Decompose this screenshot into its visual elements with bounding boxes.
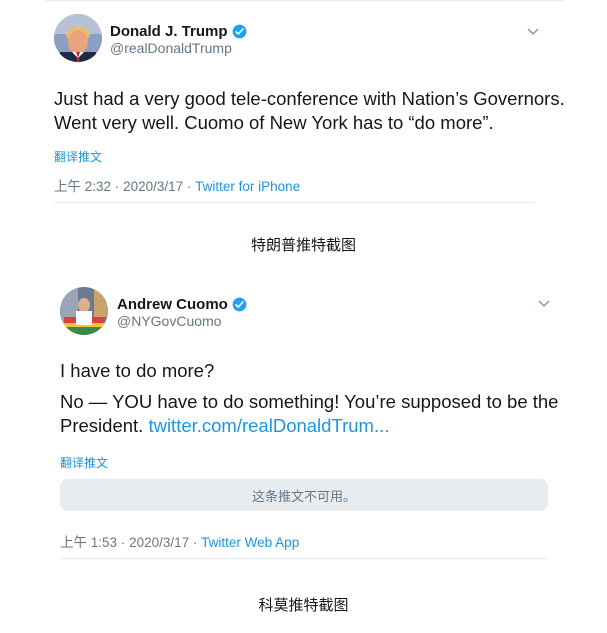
avatar-portrait-icon — [60, 287, 108, 335]
top-divider — [45, 0, 564, 1]
caption-cuomo-screenshot: 科莫推特截图 — [258, 597, 349, 614]
chevron-down-icon[interactable] — [537, 299, 551, 309]
tweet-text-line-1: I have to do more? — [60, 360, 215, 381]
tweet-url-link[interactable]: twitter.com/realDonaldTrum... — [148, 415, 389, 436]
meta-separator: · — [114, 179, 120, 194]
tweet-time[interactable]: 上午 2:32 — [54, 179, 111, 194]
translate-tweet-link[interactable]: 翻译推文 — [60, 454, 108, 471]
quoted-tweet-unavailable: 这条推文不可用。 — [60, 479, 548, 511]
tweet-source-link[interactable]: Twitter Web App — [201, 535, 299, 550]
author-name[interactable]: Donald J. Trump — [110, 23, 228, 40]
tweet-divider — [54, 202, 535, 203]
meta-separator: · — [120, 535, 126, 550]
tweet-text-prefix: President. — [60, 415, 149, 436]
chevron-down-icon[interactable] — [526, 27, 540, 37]
avatar-cuomo[interactable] — [60, 287, 108, 335]
tweet-date[interactable]: 2020/3/17 — [129, 535, 189, 550]
tweet-card-cuomo[interactable]: Andrew Cuomo @NYGovCuomo I have to do mo… — [0, 280, 607, 563]
tweet-text-line-1: Just had a very good tele-conference wit… — [54, 88, 565, 109]
tweet-source-link[interactable]: Twitter for iPhone — [195, 179, 300, 194]
author-handle[interactable]: @realDonaldTrump — [110, 40, 232, 56]
tweet-divider — [60, 558, 548, 559]
tweet-card-trump[interactable]: Donald J. Trump @realDonaldTrump Just ha… — [0, 0, 607, 205]
tweet-text-line-2: Went very well. Cuomo of New York has to… — [54, 112, 494, 133]
meta-separator: · — [192, 535, 198, 550]
tweet-metadata: 上午 2:32 · 2020/3/17 · Twitter for iPhone — [54, 175, 300, 195]
author-row: Donald J. Trump — [110, 23, 247, 40]
avatar-portrait-icon — [54, 14, 102, 62]
author-handle[interactable]: @NYGovCuomo — [117, 313, 221, 329]
tweet-text-line-3: President. twitter.com/realDonaldTrum... — [60, 413, 389, 438]
caption-trump-screenshot: 特朗普推特截图 — [250, 237, 356, 254]
avatar-trump[interactable] — [54, 14, 102, 62]
meta-separator: · — [186, 179, 192, 194]
author-name[interactable]: Andrew Cuomo — [117, 296, 228, 313]
verified-badge-icon — [232, 297, 247, 312]
tweet-text-line-2: No — YOU have to do something! You’re su… — [60, 391, 559, 412]
tweet-metadata: 上午 1:53 · 2020/3/17 · Twitter Web App — [60, 531, 299, 551]
author-row: Andrew Cuomo — [117, 296, 247, 313]
verified-badge-icon — [232, 24, 247, 39]
tweet-time[interactable]: 上午 1:53 — [60, 535, 117, 550]
translate-tweet-link[interactable]: 翻译推文 — [54, 148, 102, 165]
tweet-date[interactable]: 2020/3/17 — [123, 179, 183, 194]
